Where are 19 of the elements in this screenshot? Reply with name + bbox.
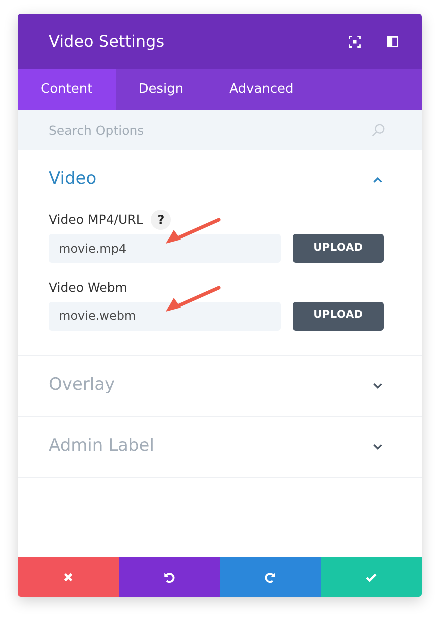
input-field[interactable]: movie.mp4	[49, 234, 281, 263]
tab[interactable]: Advanced	[206, 69, 317, 110]
tab[interactable]: Content	[18, 69, 116, 110]
close-icon	[62, 570, 75, 584]
expand-icon[interactable]	[348, 34, 362, 48]
search-bar[interactable]: Search Options	[18, 110, 422, 150]
sidebar-icon[interactable]	[386, 34, 400, 48]
tab[interactable]: Design	[116, 69, 207, 110]
search-field[interactable]: Search Options	[49, 110, 371, 150]
upload-button[interactable]: UPLOAD	[293, 302, 384, 331]
redo-icon	[264, 570, 277, 584]
field-label: Video Webm	[49, 279, 128, 297]
field-label: Video MP4/URL	[49, 210, 144, 229]
upload-button[interactable]: UPLOAD	[293, 234, 384, 263]
help-button[interactable]: ?	[151, 210, 172, 230]
undo-icon	[163, 570, 176, 584]
section-title[interactable]: Video	[49, 167, 97, 193]
panel-title: Video Settings	[49, 30, 165, 52]
input-field[interactable]: movie.webm	[49, 302, 281, 331]
